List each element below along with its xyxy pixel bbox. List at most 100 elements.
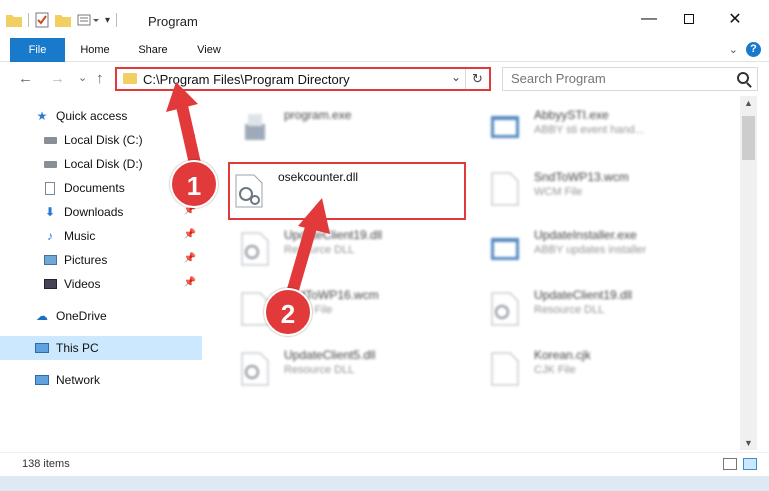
sidebar-item-label: Documents [64,181,125,195]
pictures-icon [42,253,58,267]
expand-ribbon-icon[interactable]: ⌄ [729,43,738,56]
pin-icon: 📌 [183,277,196,288]
file-description: ABBY sti event hand... [534,124,644,136]
sidebar-item-quick-access[interactable]: ★ Quick access [0,104,202,128]
list-item[interactable]: UpdateInstaller.exe ABBY updates install… [478,222,718,278]
sidebar-item-music[interactable]: ♪ Music 📌 [0,224,202,248]
taskbar-strip [0,476,769,491]
view-switcher [723,458,757,470]
scroll-down-icon[interactable]: ▼ [744,438,753,448]
toolbar-divider [28,13,29,27]
videos-icon [42,277,58,291]
tab-file[interactable]: File [10,38,65,62]
close-button[interactable]: ✕ [712,0,758,38]
folder-icon[interactable] [6,13,22,27]
pin-icon: 📌 [183,229,196,240]
file-name: UpdateClient19.dll [284,228,383,242]
sidebar-item-network[interactable]: Network [0,368,202,392]
tab-share[interactable]: Share [128,38,178,62]
list-item[interactable]: AbbyySTI.exe ABBY sti event hand... [478,100,718,156]
star-icon: ★ [36,109,48,123]
sidebar-item-label: OneDrive [56,309,107,323]
cjk-file-icon [491,352,519,386]
file-description: ABBY updates installer [534,244,647,256]
window-title: Program [148,14,198,29]
vertical-scrollbar[interactable]: ▲ ▼ [740,96,757,450]
recent-locations-button[interactable]: ⌄ [78,71,87,84]
navigation-pane: ★ Quick access Local Disk (C:) 📌 Local D… [0,100,206,450]
file-name: UpdateClient5.dll [284,348,376,362]
chevron-down-icon[interactable]: ⌄ [451,70,461,84]
toolbar-divider [116,13,118,27]
file-name: UpdateClient19.dll [534,288,633,302]
download-icon: ⬇ [44,205,56,219]
list-item[interactable]: UpdateClient5.dll Resource DLL [228,342,468,398]
file-description: WCM File [534,186,583,198]
address-bar[interactable]: C:\Program Files\Program Directory ⌄ ↻ [115,67,491,91]
sidebar-item-pictures[interactable]: Pictures 📌 [0,248,202,272]
file-name: osekcounter.dll [278,170,359,184]
list-item[interactable]: Korean.cjk CJK File [478,342,718,398]
dll-file-icon [241,232,269,266]
documents-icon [42,181,58,195]
cloud-icon: ☁ [36,309,48,323]
sidebar-item-local-disk-c[interactable]: Local Disk (C:) 📌 [0,128,202,152]
item-count: 138 items [22,458,70,470]
sidebar-item-label: This PC [56,341,99,355]
customize-toolbar-icon[interactable]: ▾ [105,15,110,26]
status-bar: 138 items [0,452,769,476]
sidebar-item-downloads[interactable]: ⬇ Downloads 📌 [0,200,202,224]
search-box[interactable] [502,67,758,91]
up-button[interactable]: ↑ [96,70,104,87]
properties-icon[interactable] [35,12,49,28]
tab-view[interactable]: View [184,38,234,62]
sidebar-item-label: Quick access [56,109,128,123]
scroll-thumb[interactable] [742,116,755,160]
view-options-icon[interactable] [77,13,99,27]
list-item[interactable]: SndToWP13.wcm WCM File [478,162,718,218]
large-icons-view-icon[interactable] [743,458,757,470]
close-icon: ✕ [728,11,742,28]
list-item[interactable]: UpdateClient19.dll Resource DLL [228,222,468,278]
maximize-button[interactable] [666,0,712,38]
search-input[interactable] [511,71,711,86]
maximize-icon [684,14,694,24]
file-name: Korean.cjk [534,348,591,362]
sidebar-item-this-pc[interactable]: This PC [0,336,202,360]
file-list: program.exe AbbyySTI.exe ABBY sti event … [206,100,740,450]
sidebar-item-label: Local Disk (D:) [64,157,143,171]
sidebar-item-label: Videos [64,277,101,291]
sidebar-item-label: Local Disk (C:) [64,133,143,147]
dll-file-icon [491,292,519,326]
tab-home[interactable]: Home [70,38,120,62]
sidebar-item-onedrive[interactable]: ☁ OneDrive [0,304,202,328]
address-path[interactable]: C:\Program Files\Program Directory [143,72,350,87]
highlighted-file-item[interactable]: osekcounter.dll [228,162,466,220]
file-name: AbbyySTI.exe [534,108,609,122]
folder-icon [123,73,137,84]
forward-button[interactable]: → [50,70,65,87]
exe-file-icon [491,238,519,260]
refresh-button[interactable]: ↻ [465,69,489,89]
list-item[interactable]: program.exe [228,100,468,156]
search-icon[interactable] [737,72,749,84]
help-icon[interactable]: ? [746,42,761,57]
pc-icon [34,341,50,355]
title-bar: ▾ Program — ✕ [0,0,769,38]
list-item[interactable]: UpdateClient19.dll Resource DLL [478,282,718,338]
step-one-badge: 1 [170,160,218,208]
step-two-badge: 2 [264,288,312,336]
dll-file-icon [235,174,263,208]
file-description: Resource DLL [284,364,355,376]
details-view-icon[interactable] [723,458,737,470]
minimize-icon: — [641,10,657,27]
back-button[interactable]: ← [18,70,33,87]
file-name: program.exe [284,108,352,122]
scroll-up-icon[interactable]: ▲ [744,98,753,108]
sidebar-item-videos[interactable]: Videos 📌 [0,272,202,296]
new-folder-icon[interactable] [55,13,71,27]
dll-file-icon [241,352,269,386]
sidebar-item-label: Network [56,373,101,387]
ribbon-controls: ⌄ ? [729,42,761,57]
file-description: Resource DLL [284,244,355,256]
